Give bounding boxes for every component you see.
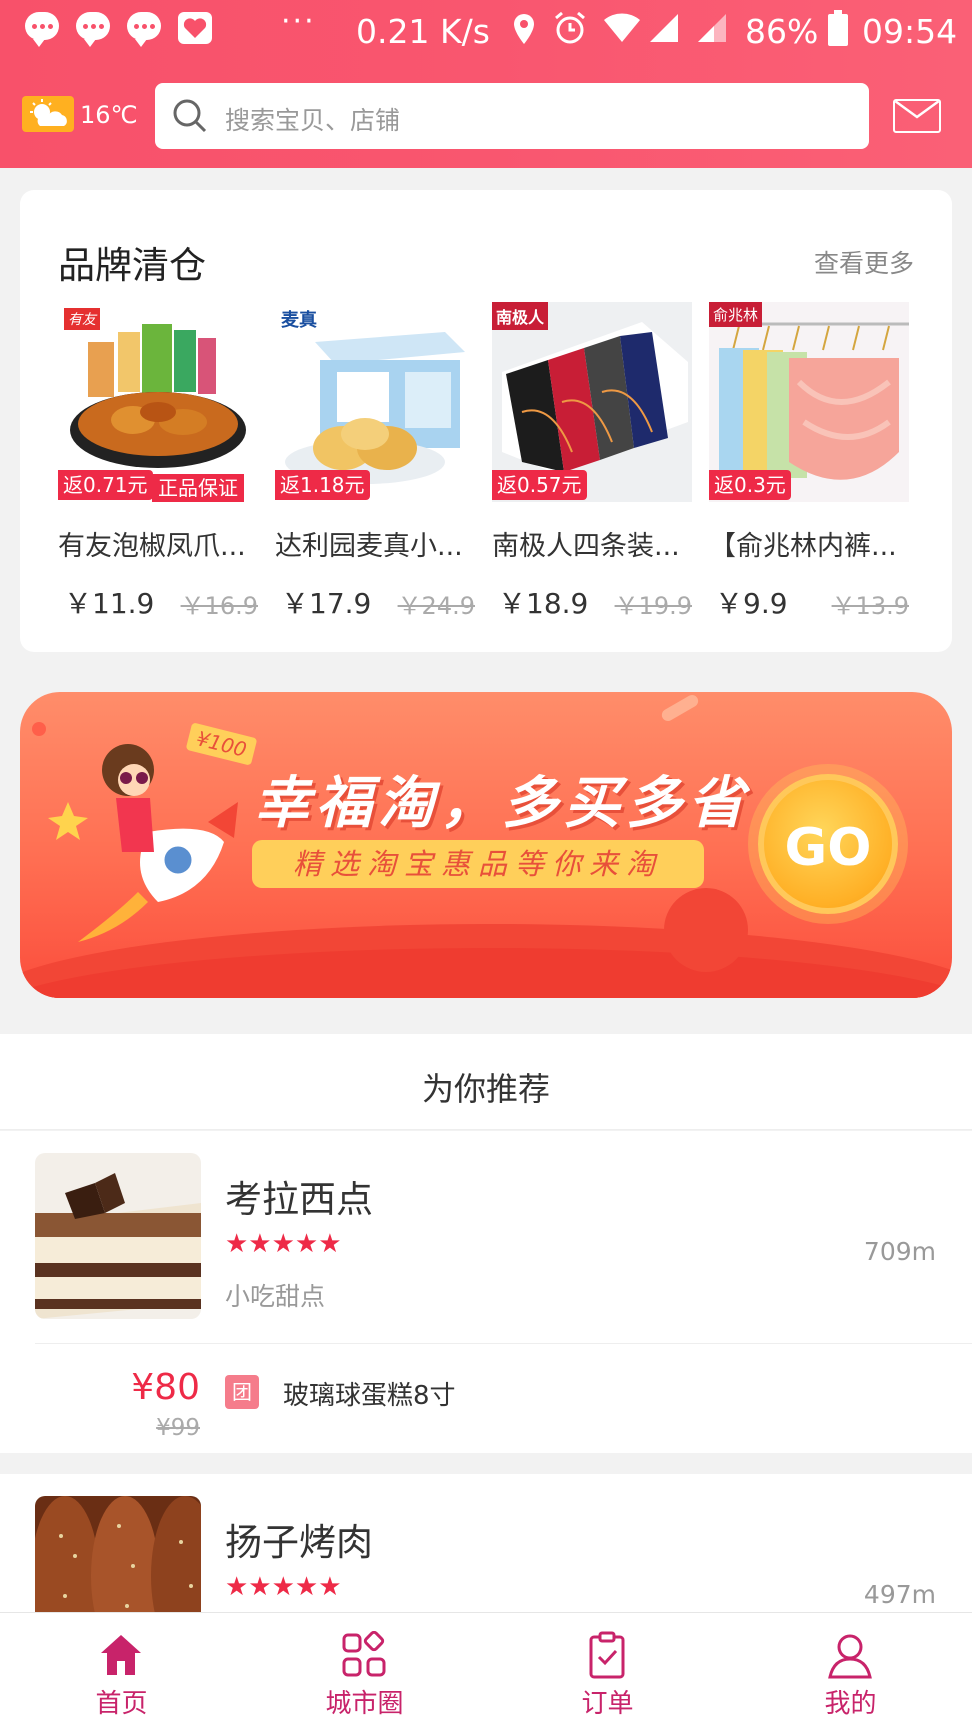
partly-sunny-icon bbox=[22, 96, 74, 132]
product-image: 俞兆林 返0.3元 bbox=[709, 302, 909, 502]
product-price: ￥9.9 bbox=[715, 587, 788, 620]
shop-image bbox=[35, 1153, 201, 1319]
product-name: 有友泡椒凤爪... bbox=[58, 531, 246, 562]
user-icon bbox=[828, 1634, 872, 1679]
shop-image bbox=[35, 1496, 201, 1614]
search-input[interactable]: 搜索宝贝、店铺 bbox=[155, 83, 869, 149]
tab-label: 首页 bbox=[95, 1689, 148, 1719]
network-speed: 0.21 K/s bbox=[356, 12, 490, 51]
rebate-badge: 返0.57元 bbox=[492, 470, 587, 500]
product-name: 达利园麦真小... bbox=[275, 531, 463, 562]
message-icon bbox=[127, 12, 161, 47]
product-old-price: ￥13.9 bbox=[831, 592, 909, 620]
product-logo: 南极人 bbox=[492, 302, 549, 330]
product-logo: 有友 bbox=[64, 308, 100, 330]
status-bar: ··· 0.21 K/s 86% 09:54 bbox=[0, 0, 972, 60]
rating-stars: ★★★★★ bbox=[225, 1229, 342, 1259]
product-image: 南极人 返0.57元 bbox=[492, 302, 692, 502]
shop-name: 考拉西点 bbox=[225, 1178, 373, 1221]
signal-icon bbox=[650, 14, 678, 42]
grid-icon bbox=[342, 1631, 386, 1677]
brand-clearance-card: 品牌清仓 查看更多 有友 返0.71元 正品保证 有友泡椒凤爪... ￥11.9… bbox=[20, 190, 952, 652]
header-bar: ··· 0.21 K/s 86% 09:54 16℃ 搜索宝贝、店铺 bbox=[0, 0, 972, 168]
recommend-header: 为你推荐 bbox=[0, 1034, 972, 1130]
promo-banner[interactable]: ¥100 幸福淘，多买多省 精选淘宝惠品等你来淘 GO bbox=[20, 692, 952, 998]
group-buy-badge: 团 bbox=[225, 1375, 259, 1409]
search-icon bbox=[173, 99, 207, 133]
banner-title: 幸福淘，多买多省 bbox=[254, 771, 750, 836]
message-icon bbox=[25, 12, 59, 47]
product-card[interactable]: 南极人 返0.57元 南极人四条装... ￥18.9 ￥19.9 bbox=[492, 302, 692, 620]
product-old-price: ￥19.9 bbox=[614, 592, 692, 620]
shop-distance: 709m bbox=[863, 1237, 936, 1266]
clipboard-icon bbox=[589, 1631, 625, 1679]
section-title: 品牌清仓 bbox=[58, 244, 206, 287]
deal-name[interactable]: 玻璃球蛋糕8寸 bbox=[283, 1375, 456, 1412]
product-card[interactable]: 麦真 返1.18元 达利园麦真小... ￥17.9 ￥24.9 bbox=[275, 302, 475, 620]
more-dots: ··· bbox=[281, 4, 316, 39]
shop-distance: 497m bbox=[863, 1580, 936, 1609]
product-logo: 俞兆林 bbox=[709, 302, 763, 327]
product-card[interactable]: 俞兆林 返0.3元 【俞兆林内裤... ￥9.9 ￥13.9 bbox=[709, 302, 909, 620]
shop-category: 小吃甜点 bbox=[225, 1282, 326, 1311]
guarantee-badge: 正品保证 bbox=[152, 474, 244, 502]
tab-home[interactable]: 首页 bbox=[0, 1613, 243, 1728]
deal-price: ¥80 bbox=[131, 1367, 200, 1408]
mail-icon[interactable] bbox=[893, 99, 941, 133]
temperature: 16℃ bbox=[80, 101, 138, 129]
rebate-badge: 返0.3元 bbox=[709, 470, 791, 500]
product-image: 有友 返0.71元 正品保证 bbox=[58, 302, 258, 502]
tab-label: 城市圈 bbox=[325, 1689, 404, 1719]
bottom-tab-bar: 首页 城市圈 订单 我的 bbox=[0, 1612, 972, 1728]
product-price: ￥11.9 bbox=[64, 587, 155, 620]
view-more-link[interactable]: 查看更多 bbox=[814, 244, 914, 280]
signal-icon-2 bbox=[698, 14, 726, 42]
product-image: 麦真 返1.18元 bbox=[275, 302, 475, 502]
tab-label: 我的 bbox=[824, 1689, 877, 1719]
battery-level: 86% bbox=[745, 12, 819, 51]
divider bbox=[35, 1343, 972, 1344]
shop-card[interactable]: 考拉西点 ★★★★★ 小吃甜点 709m ¥80 ¥99 团 玻璃球蛋糕8寸 bbox=[0, 1131, 972, 1453]
wifi-icon bbox=[604, 13, 640, 43]
product-name: 【俞兆林内裤... bbox=[709, 531, 897, 562]
battery-icon bbox=[828, 10, 848, 46]
rating-stars: ★★★★★ bbox=[225, 1572, 342, 1602]
clock: 09:54 bbox=[862, 12, 958, 51]
alarm-icon bbox=[555, 11, 585, 44]
product-old-price: ￥16.9 bbox=[180, 592, 258, 620]
rocket-girl-illustration bbox=[48, 744, 238, 942]
tab-orders[interactable]: 订单 bbox=[486, 1613, 729, 1728]
rebate-badge: 返0.71元 bbox=[58, 470, 153, 500]
product-card[interactable]: 有友 返0.71元 正品保证 有友泡椒凤爪... ￥11.9 ￥16.9 bbox=[58, 302, 258, 620]
rebate-badge: 返1.18元 bbox=[275, 470, 370, 500]
section-title: 为你推荐 bbox=[421, 1070, 550, 1108]
tab-label: 订单 bbox=[581, 1689, 634, 1719]
heart-app-icon bbox=[178, 12, 212, 44]
product-price: ￥17.9 bbox=[281, 587, 372, 620]
product-logo: 麦真 bbox=[281, 310, 317, 331]
home-icon bbox=[101, 1635, 141, 1675]
product-name: 南极人四条装... bbox=[492, 531, 680, 562]
go-button[interactable]: GO bbox=[758, 774, 898, 914]
shop-name: 扬子烤肉 bbox=[225, 1521, 373, 1564]
message-icon bbox=[76, 12, 110, 47]
product-price: ￥18.9 bbox=[498, 587, 589, 620]
search-placeholder: 搜索宝贝、店铺 bbox=[225, 106, 401, 135]
shop-card[interactable]: 扬子烤肉 ★★★★★ 497m bbox=[0, 1474, 972, 1614]
deal-old-price: ¥99 bbox=[156, 1415, 200, 1441]
product-old-price: ￥24.9 bbox=[397, 592, 475, 620]
banner-subtitle: 精选淘宝惠品等你来淘 bbox=[252, 840, 704, 888]
tab-city-circle[interactable]: 城市圈 bbox=[243, 1613, 486, 1728]
location-icon bbox=[514, 14, 534, 44]
tab-mine[interactable]: 我的 bbox=[729, 1613, 972, 1728]
go-label: GO bbox=[784, 818, 872, 878]
